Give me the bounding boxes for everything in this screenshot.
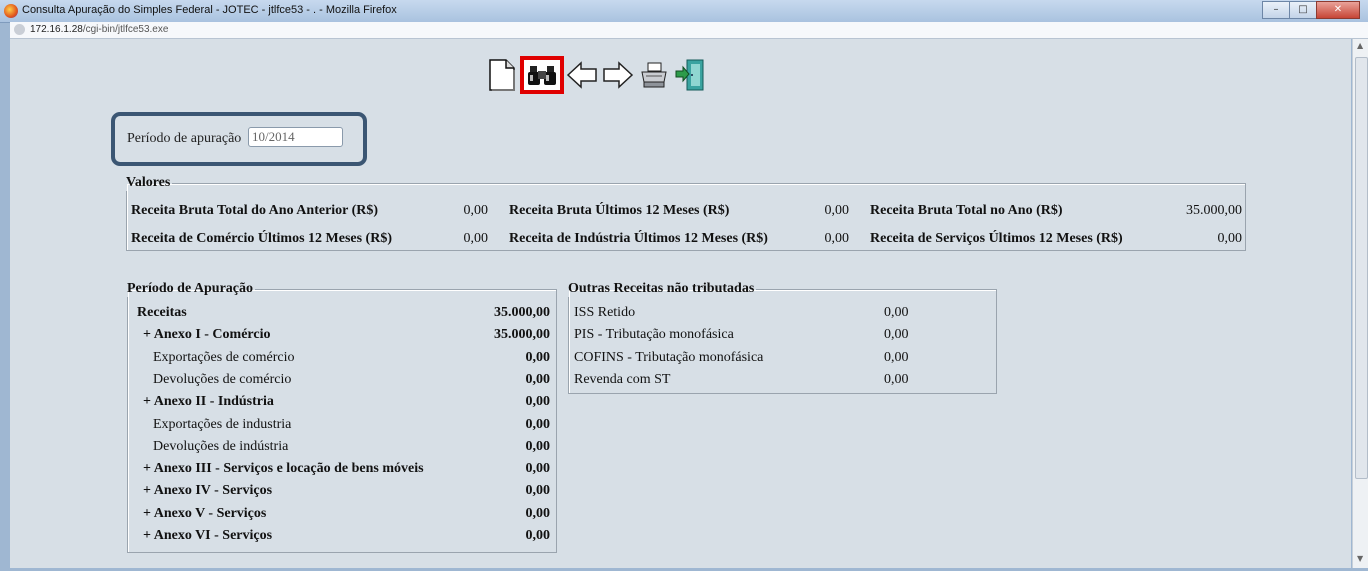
apuracao-row-value: 0,00 — [525, 528, 551, 543]
apuracao-row-value: 0,00 — [525, 417, 551, 432]
apuracao-row-value: 0,00 — [525, 394, 551, 409]
page-content: Período de apuração Valores Receita Brut… — [10, 39, 1351, 568]
firefox-icon — [4, 4, 18, 18]
outras-row-label: ISS Retido — [574, 305, 636, 320]
window-controls: – □ ✕ — [1262, 1, 1360, 19]
apuracao-row-label: + Anexo III - Serviços e locação de bens… — [143, 461, 424, 476]
valor-label: Receita Bruta Total do Ano Anterior (R$) — [131, 203, 379, 218]
printer-icon — [641, 62, 667, 88]
exit-button[interactable] — [672, 57, 708, 93]
outras-row-label: COFINS - Tributação monofásica — [574, 350, 764, 365]
apuracao-row-label: Devoluções de comércio — [153, 372, 292, 387]
url-text[interactable]: 172.16.1.28/cgi-bin/jtlfce53.exe — [30, 24, 168, 35]
close-button[interactable]: ✕ — [1316, 1, 1360, 19]
apuracao-row-label: Exportações de industria — [153, 417, 292, 432]
outras-row-label: PIS - Tributação monofásica — [574, 327, 734, 342]
arrow-left-icon — [566, 61, 597, 89]
apuracao-legend: Período de Apuração — [127, 281, 253, 296]
maximize-button[interactable]: □ — [1289, 1, 1317, 19]
valor-label: Receita Bruta Últimos 12 Meses (R$) — [509, 203, 730, 218]
scrollbar-thumb[interactable] — [1355, 57, 1368, 479]
outras-receitas-legend: Outras Receitas não tributadas — [568, 281, 755, 296]
previous-button[interactable] — [564, 57, 600, 93]
valor-label: Receita de Comércio Últimos 12 Meses (R$… — [131, 231, 392, 246]
apuracao-row-label: Devoluções de indústria — [153, 439, 289, 454]
outras-row-label: Revenda com ST — [574, 372, 671, 387]
apuracao-row-value: 35.000,00 — [494, 327, 550, 342]
apuracao-row-label: + Anexo II - Indústria — [143, 394, 274, 409]
outras-row-value: 0,00 — [884, 305, 909, 320]
print-button[interactable] — [636, 57, 672, 93]
arrow-right-icon — [603, 61, 634, 89]
valor-value: 0,00 — [824, 203, 850, 218]
new-button[interactable] — [484, 57, 520, 93]
window-titlebar: Consulta Apuração do Simples Federal - J… — [0, 0, 1368, 23]
periodo-input[interactable] — [248, 127, 343, 147]
valor-label: Receita de Serviços Últimos 12 Meses (R$… — [870, 231, 1123, 246]
valores-legend: Valores — [126, 175, 171, 190]
exit-door-icon — [675, 59, 704, 91]
vertical-scrollbar[interactable]: ▲ ▼ — [1352, 39, 1368, 568]
valor-label: Receita de Indústria Últimos 12 Meses (R… — [509, 231, 768, 246]
valor-value: 0,00 — [1217, 231, 1243, 246]
apuracao-row-label: + Anexo I - Comércio — [143, 327, 271, 342]
url-path: /cgi-bin/jtlfce53.exe — [82, 24, 169, 35]
valor-value: 0,00 — [463, 203, 489, 218]
apuracao-row-value: 0,00 — [525, 350, 551, 365]
scroll-down-icon[interactable]: ▼ — [1357, 554, 1363, 563]
apuracao-row-label: + Anexo VI - Serviços — [143, 528, 273, 543]
address-bar[interactable]: 172.16.1.28/cgi-bin/jtlfce53.exe — [10, 22, 1368, 39]
apuracao-row-value: 35.000,00 — [494, 305, 550, 320]
scroll-up-icon[interactable]: ▲ — [1357, 41, 1363, 50]
apuracao-row-label: Exportações de comércio — [153, 350, 295, 365]
outras-row-value: 0,00 — [884, 350, 909, 365]
apuracao-row-label: + Anexo V - Serviços — [143, 506, 267, 521]
apuracao-row-value: 0,00 — [525, 372, 551, 387]
next-button[interactable] — [600, 57, 636, 93]
window-title: Consulta Apuração do Simples Federal - J… — [22, 4, 397, 16]
apuracao-row-label: + Anexo IV - Serviços — [143, 483, 273, 498]
apuracao-row-value: 0,00 — [525, 483, 551, 498]
url-host: 172.16.1.28 — [30, 24, 83, 35]
apuracao-row-label: Receitas — [137, 305, 187, 320]
site-identity-icon[interactable] — [14, 24, 25, 35]
valor-value: 35.000,00 — [1186, 203, 1242, 218]
valor-value: 0,00 — [463, 231, 489, 246]
apuracao-row-value: 0,00 — [525, 461, 551, 476]
outras-row-value: 0,00 — [884, 327, 909, 342]
periodo-label: Período de apuração — [127, 131, 242, 146]
valor-label: Receita Bruta Total no Ano (R$) — [870, 203, 1063, 218]
minimize-button[interactable]: – — [1262, 1, 1290, 19]
valor-value: 0,00 — [824, 231, 850, 246]
apuracao-row-value: 0,00 — [525, 506, 551, 521]
search-button[interactable] — [520, 56, 564, 94]
apuracao-row-value: 0,00 — [525, 439, 551, 454]
toolbar — [484, 56, 708, 94]
new-document-icon — [489, 59, 515, 91]
outras-row-value: 0,00 — [884, 372, 909, 387]
binoculars-search-icon — [528, 66, 556, 85]
